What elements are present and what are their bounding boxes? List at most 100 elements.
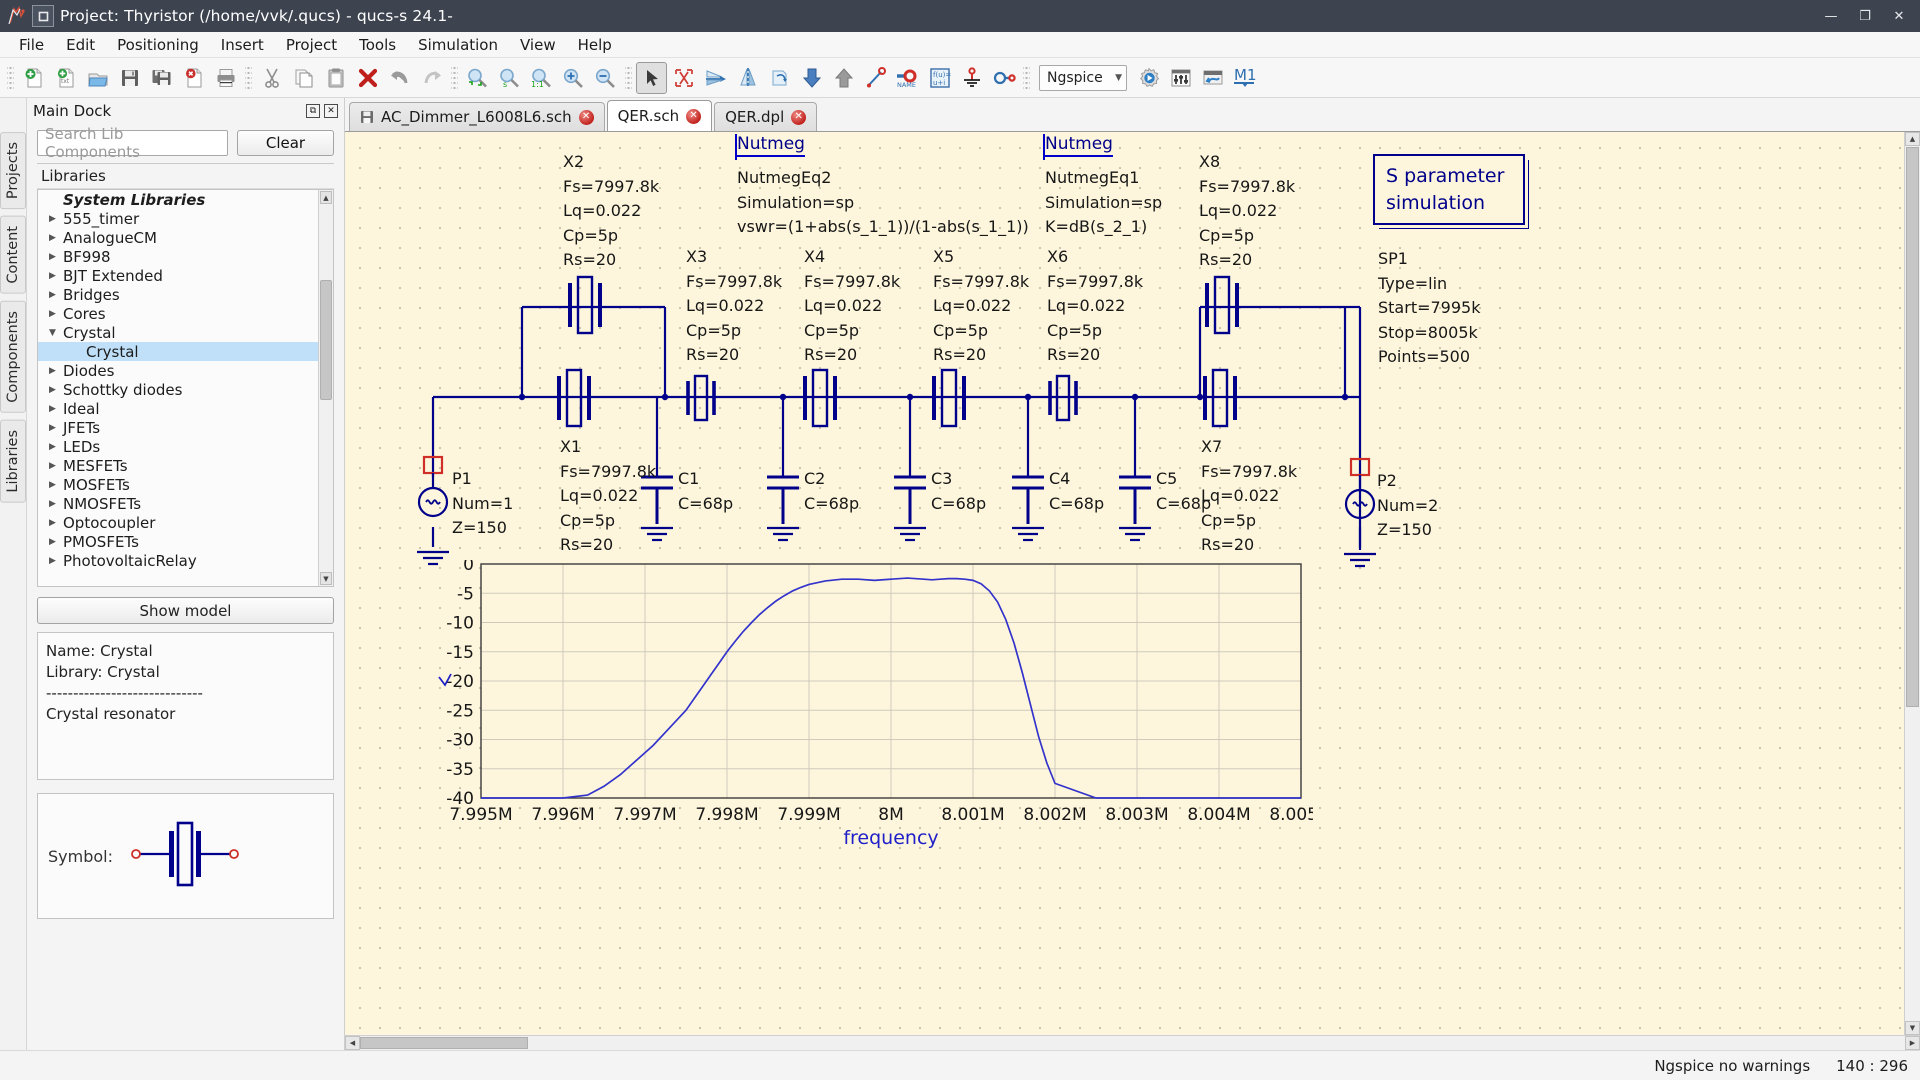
chevron-right-icon[interactable]: ▶ [46, 214, 63, 224]
chevron-right-icon[interactable]: ▶ [46, 233, 63, 243]
chevron-right-icon[interactable]: ▶ [46, 556, 63, 566]
nutmeg-eq1-title[interactable]: Nutmeg [1045, 134, 1113, 157]
print-icon[interactable] [210, 62, 241, 94]
minimize-button[interactable]: — [1814, 0, 1848, 32]
tree-item-jfets[interactable]: ▶ JFETs [38, 418, 333, 437]
tree-item-leds[interactable]: ▶ LEDs [38, 437, 333, 456]
menu-project[interactable]: Project [275, 33, 348, 57]
sp-simulation-box[interactable]: S parameter simulation [1373, 154, 1525, 225]
tab-qer-dpl[interactable]: QER.dpl ✕ [714, 102, 818, 131]
paste-icon[interactable] [320, 62, 351, 94]
close-icon[interactable]: ✕ [686, 108, 702, 124]
dock-float-button[interactable]: ⧉ [306, 104, 320, 118]
scroll-down-icon[interactable]: ▼ [1905, 1021, 1920, 1035]
tree-item-bridges[interactable]: ▶ Bridges [38, 285, 333, 304]
menu-view[interactable]: View [509, 33, 567, 57]
zoom-select-icon[interactable]: s [494, 62, 525, 94]
menu-positioning[interactable]: Positioning [106, 33, 210, 57]
new-text-document-icon[interactable]: txt [50, 62, 81, 94]
chevron-right-icon[interactable]: ▶ [46, 537, 63, 547]
chevron-right-icon[interactable]: ▶ [46, 461, 63, 471]
vtab-components[interactable]: Components [0, 300, 26, 413]
tree-item-pmosfets[interactable]: ▶ PMOSFETs [38, 532, 333, 551]
zoom-out-icon[interactable] [590, 62, 621, 94]
tree-item-mosfets[interactable]: ▶ MOSFETs [38, 475, 333, 494]
window-menu-icon[interactable] [32, 5, 54, 27]
close-button[interactable]: ✕ [1882, 0, 1916, 32]
tree-item-bf998[interactable]: ▶ BF998 [38, 247, 333, 266]
component-c2[interactable]: C2 C=68p [804, 467, 859, 516]
tree-scroll-thumb[interactable] [320, 280, 332, 400]
component-x6[interactable]: X6 Fs=7997.8k Lq=0.022 Cp=5p Rs=20 [1047, 245, 1143, 368]
redo-icon[interactable] [416, 62, 447, 94]
tree-item-bjt-extended[interactable]: ▶ BJT Extended [38, 266, 333, 285]
wire-label-icon[interactable]: NAME [892, 62, 923, 94]
chevron-right-icon[interactable]: ▶ [46, 480, 63, 490]
undo-icon[interactable] [384, 62, 415, 94]
horizontal-scroll-thumb[interactable] [360, 1037, 528, 1049]
tree-item-system-libraries[interactable]: System Libraries [38, 190, 333, 209]
tab-ac-dimmer[interactable]: AC_Dimmer_L6008L6.sch ✕ [349, 102, 605, 131]
menu-insert[interactable]: Insert [210, 33, 275, 57]
component-nutmegeq2[interactable]: NutmegEq2 Simulation=sp vswr=(1+abs(s_1_… [737, 166, 1029, 240]
chevron-right-icon[interactable]: ▶ [46, 423, 63, 433]
tree-item-schottky-diodes[interactable]: ▶ Schottky diodes [38, 380, 333, 399]
vertical-scroll-thumb[interactable] [1906, 147, 1919, 707]
nutmeg-eq2-title[interactable]: Nutmeg [737, 134, 805, 157]
equation-icon[interactable]: f(u)= u+i [924, 62, 955, 94]
close-icon[interactable]: ✕ [578, 109, 594, 125]
ground-icon[interactable] [956, 62, 987, 94]
chevron-right-icon[interactable]: ▶ [46, 290, 63, 300]
scroll-up-icon[interactable]: ▲ [320, 191, 332, 204]
vtab-projects[interactable]: Projects [0, 132, 26, 210]
component-c1[interactable]: C1 C=68p [678, 467, 733, 516]
select-arrow-icon[interactable] [636, 61, 667, 94]
component-x3[interactable]: X3 Fs=7997.8k Lq=0.022 Cp=5p Rs=20 [686, 245, 782, 368]
vtab-libraries[interactable]: Libraries [0, 419, 26, 503]
maximize-button[interactable]: ❐ [1848, 0, 1882, 32]
chevron-right-icon[interactable]: ▶ [46, 442, 63, 452]
menu-simulation[interactable]: Simulation [407, 33, 509, 57]
show-model-button[interactable]: Show model [37, 597, 334, 624]
run-simulation-icon[interactable] [1133, 62, 1164, 94]
save-icon[interactable] [114, 62, 145, 94]
copy-icon[interactable] [288, 62, 319, 94]
tree-scrollbar[interactable]: ▲ ▼ [318, 190, 333, 586]
component-sp1[interactable]: SP1 Type=lin Start=7995k Stop=8005k Poin… [1378, 247, 1480, 370]
component-x7[interactable]: X7 Fs=7997.8k Lq=0.022 Cp=5p Rs=20 [1201, 435, 1297, 558]
library-tree[interactable]: System Libraries ▶ 555_timer ▶ AnalogueCM ▶ BF… [37, 189, 334, 587]
component-x8[interactable]: X8 Fs=7997.8k Lq=0.022 Cp=5p Rs=20 [1199, 150, 1295, 273]
save-all-icon[interactable] [146, 62, 177, 94]
chevron-right-icon[interactable]: ▶ [46, 271, 63, 281]
port-icon[interactable] [988, 62, 1019, 94]
insert-up-icon[interactable] [828, 62, 859, 94]
tree-item-crystal[interactable]: Crystal [38, 342, 333, 361]
rotate-icon[interactable] [668, 62, 699, 94]
canvas-vertical-scrollbar[interactable]: ▲ ▼ [1904, 132, 1920, 1035]
component-x2[interactable]: X2 Fs=7997.8k Lq=0.022 Cp=5p Rs=20 [563, 150, 659, 273]
simulation-settings-icon[interactable] [1165, 62, 1196, 94]
simulation-graph[interactable]: 7.995M 7.996M 7.997M 7.998M 7.999M 8M 8.001M 8.… [433, 555, 1333, 854]
dock-close-button[interactable]: ✕ [324, 104, 338, 118]
chevron-right-icon[interactable]: ▶ [46, 366, 63, 376]
menu-edit[interactable]: Edit [55, 33, 106, 57]
chevron-right-icon[interactable]: ▶ [46, 309, 63, 319]
scroll-left-icon[interactable]: ◀ [345, 1036, 360, 1050]
tree-item-nmosfets[interactable]: ▶ NMOSFETs [38, 494, 333, 513]
close-document-icon[interactable] [178, 62, 209, 94]
open-folder-icon[interactable] [82, 62, 113, 94]
tree-item-mesfets[interactable]: ▶ MESFETs [38, 456, 333, 475]
scroll-down-icon[interactable]: ▼ [320, 572, 332, 585]
vtab-content[interactable]: Content [0, 216, 26, 294]
zoom-in-icon[interactable] [558, 62, 589, 94]
wire-icon[interactable] [860, 62, 891, 94]
scroll-up-icon[interactable]: ▲ [1905, 132, 1920, 146]
mirror-y-icon[interactable] [732, 62, 763, 94]
tree-item-555-timer[interactable]: ▶ 555_timer [38, 209, 333, 228]
scroll-right-icon[interactable]: ▶ [1905, 1036, 1920, 1050]
component-x5[interactable]: X5 Fs=7997.8k Lq=0.022 Cp=5p Rs=20 [933, 245, 1029, 368]
cut-icon[interactable] [256, 62, 287, 94]
component-c3[interactable]: C3 C=68p [931, 467, 986, 516]
component-c5[interactable]: C5 C=68p [1156, 467, 1211, 516]
component-p1[interactable]: P1 Num=1 Z=150 [452, 467, 513, 541]
